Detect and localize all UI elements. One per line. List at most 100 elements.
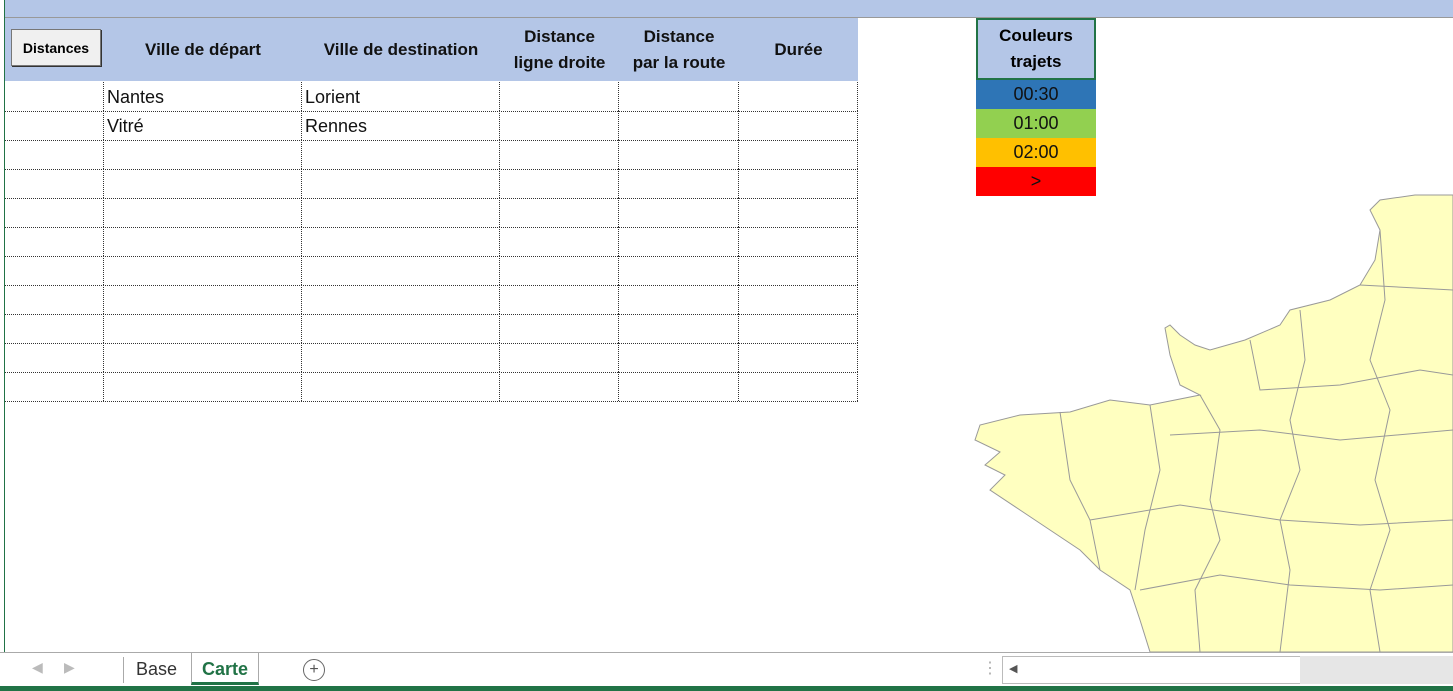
- legend-item[interactable]: 02:00: [976, 138, 1096, 167]
- table-cell[interactable]: [302, 256, 500, 285]
- scroll-right-icon[interactable]: ▶: [64, 659, 75, 676]
- table-cell[interactable]: [5, 256, 104, 285]
- table-cell[interactable]: [500, 140, 619, 169]
- table-row: [5, 343, 858, 373]
- scroll-left-icon[interactable]: ◀: [32, 659, 43, 676]
- header-ville-depart: Ville de départ: [145, 39, 261, 59]
- ribbon-strip: [0, 0, 1453, 18]
- table-cell[interactable]: [5, 198, 104, 227]
- table-cell[interactable]: [5, 343, 104, 372]
- table-cell[interactable]: [104, 169, 302, 198]
- table-cell[interactable]: [739, 169, 858, 198]
- table-cell[interactable]: [500, 314, 619, 343]
- table-cell[interactable]: [5, 314, 104, 343]
- table-cell[interactable]: [302, 314, 500, 343]
- table-cell[interactable]: [739, 314, 858, 343]
- tab-carte[interactable]: Carte: [191, 653, 260, 685]
- table-cell[interactable]: Rennes: [302, 111, 500, 140]
- table-cell[interactable]: Nantes: [104, 82, 302, 111]
- distances-button[interactable]: Distances: [11, 29, 101, 66]
- table-cell[interactable]: [104, 372, 302, 401]
- table-row: [5, 227, 858, 257]
- table-cell[interactable]: [500, 285, 619, 314]
- table-cell[interactable]: [302, 285, 500, 314]
- table-cell[interactable]: [104, 285, 302, 314]
- header-ville-destination: Ville de destination: [323, 39, 479, 59]
- table-cell[interactable]: [500, 343, 619, 372]
- table-cell[interactable]: [619, 285, 739, 314]
- table-cell[interactable]: [619, 198, 739, 227]
- table-row: Nantes Lorient: [5, 82, 858, 112]
- table-cell[interactable]: [104, 314, 302, 343]
- table-cell[interactable]: [619, 227, 739, 256]
- table-cell[interactable]: [619, 169, 739, 198]
- table-cell[interactable]: [302, 343, 500, 372]
- table-cell[interactable]: [5, 140, 104, 169]
- table-row: [5, 169, 858, 199]
- table-cell[interactable]: [619, 82, 739, 111]
- table-cell[interactable]: [104, 256, 302, 285]
- map-region: [974, 194, 1453, 652]
- divider: [123, 657, 124, 683]
- legend-title[interactable]: Couleurs trajets: [976, 18, 1096, 80]
- table-cell[interactable]: [739, 285, 858, 314]
- table-cell[interactable]: [500, 256, 619, 285]
- table-cell[interactable]: [739, 140, 858, 169]
- legend-item[interactable]: 01:00: [976, 109, 1096, 138]
- table-cell[interactable]: [500, 227, 619, 256]
- table-cell[interactable]: [302, 140, 500, 169]
- horizontal-scrollbar[interactable]: ◀: [1002, 656, 1301, 684]
- table-cell[interactable]: [739, 372, 858, 401]
- table-cell[interactable]: [739, 111, 858, 140]
- table-cell[interactable]: [500, 372, 619, 401]
- table-cell[interactable]: [500, 198, 619, 227]
- scroll-left-arrow-icon[interactable]: ◀: [1009, 662, 1017, 675]
- legend-title-text: Couleurs trajets: [999, 26, 1073, 71]
- table-cell[interactable]: [739, 82, 858, 111]
- table-row: [5, 285, 858, 315]
- table-row: [5, 314, 858, 344]
- table-cell[interactable]: [104, 140, 302, 169]
- table-cell[interactable]: [500, 169, 619, 198]
- status-bar: [0, 686, 1453, 691]
- table-cell[interactable]: [739, 198, 858, 227]
- legend-item[interactable]: 00:30: [976, 80, 1096, 109]
- table-row: [5, 198, 858, 228]
- table-cell[interactable]: [5, 227, 104, 256]
- table-cell[interactable]: [302, 227, 500, 256]
- table-cell[interactable]: [5, 111, 104, 140]
- table-cell[interactable]: [302, 372, 500, 401]
- add-sheet-icon[interactable]: +: [303, 659, 325, 681]
- scrollbar-track[interactable]: [1300, 656, 1453, 684]
- table-cell[interactable]: [500, 82, 619, 111]
- table-cell[interactable]: [104, 343, 302, 372]
- table-cell[interactable]: [619, 314, 739, 343]
- table-cell[interactable]: [619, 343, 739, 372]
- table-cell[interactable]: Lorient: [302, 82, 500, 111]
- table-cell[interactable]: [5, 285, 104, 314]
- table-cell[interactable]: [739, 256, 858, 285]
- table-cell[interactable]: [104, 198, 302, 227]
- tab-base[interactable]: Base: [126, 653, 187, 685]
- table-cell[interactable]: [739, 343, 858, 372]
- table-cell[interactable]: [619, 111, 739, 140]
- header-distance-ligne-droite: Distance ligne droite: [513, 26, 606, 72]
- table-cell[interactable]: [302, 169, 500, 198]
- table-cell[interactable]: [619, 372, 739, 401]
- table-row: Vitré Rennes: [5, 111, 858, 141]
- table-cell[interactable]: [5, 169, 104, 198]
- map[interactable]: [960, 190, 1453, 652]
- table-cell[interactable]: [5, 82, 104, 111]
- table-cell[interactable]: [5, 372, 104, 401]
- table-cell[interactable]: [104, 227, 302, 256]
- table-cell[interactable]: [302, 198, 500, 227]
- table-cell[interactable]: [619, 140, 739, 169]
- table-cell[interactable]: [500, 111, 619, 140]
- table-row: [5, 256, 858, 286]
- table-header: Ville de départ Ville de destination Dis…: [5, 18, 858, 81]
- split-handle[interactable]: ⋮: [982, 658, 998, 678]
- table-cell[interactable]: [739, 227, 858, 256]
- table-cell[interactable]: Vitré: [104, 111, 302, 140]
- table-cell[interactable]: [619, 256, 739, 285]
- sheet-tab-bar: ◀ ▶ Base Carte + ⋮ ◀: [0, 652, 1453, 687]
